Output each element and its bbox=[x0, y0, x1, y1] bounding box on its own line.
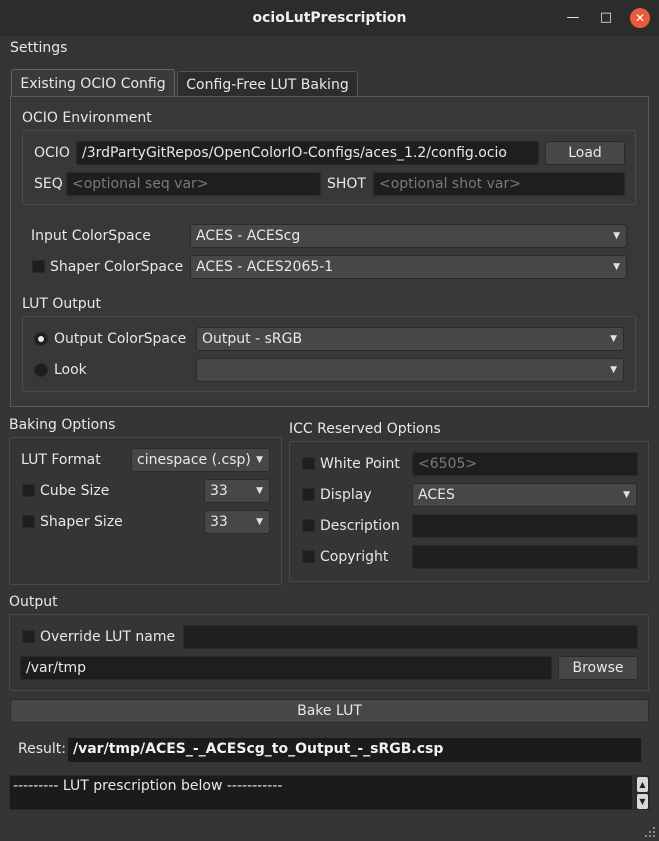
output-colorspace-value: Output - sRGB bbox=[202, 331, 303, 347]
shaper-colorspace-combo[interactable]: ACES - ACES2065-1 ▼ bbox=[190, 255, 627, 279]
lut-output-title: LUT Output bbox=[22, 296, 101, 312]
scroll-down-icon[interactable]: ▼ bbox=[637, 794, 648, 809]
input-colorspace-value: ACES - ACEScg bbox=[196, 228, 301, 244]
load-button[interactable]: Load bbox=[545, 141, 625, 165]
lut-format-combo[interactable]: cinespace (.csp) ▼ bbox=[131, 448, 270, 472]
cube-size-label[interactable]: Cube Size bbox=[40, 481, 109, 501]
look-radio[interactable] bbox=[34, 363, 48, 377]
chevron-down-icon: ▼ bbox=[610, 365, 617, 375]
output-colorspace-combo[interactable]: Output - sRGB ▼ bbox=[196, 327, 624, 351]
description-label[interactable]: Description bbox=[320, 516, 400, 536]
window-title: ocioLutPrescription bbox=[252, 10, 407, 26]
seq-label: SEQ bbox=[34, 176, 63, 192]
tab-config-free-lut-baking[interactable]: Config-Free LUT Baking bbox=[177, 71, 358, 97]
chevron-down-icon: ▼ bbox=[623, 490, 630, 500]
seq-field[interactable]: <optional seq var> bbox=[66, 172, 321, 196]
white-point-field[interactable]: <6505> bbox=[412, 452, 638, 476]
ocio-label: OCIO bbox=[34, 145, 70, 161]
shaper-size-combo[interactable]: 33 ▼ bbox=[204, 510, 270, 534]
chevron-down-icon: ▼ bbox=[256, 486, 263, 496]
output-title: Output bbox=[9, 594, 58, 610]
ocio-path-field[interactable]: /3rdPartyGitRepos/OpenColorIO-Configs/ac… bbox=[76, 141, 539, 165]
resize-grip-icon[interactable] bbox=[644, 826, 656, 838]
chevron-down-icon: ▼ bbox=[610, 334, 617, 344]
white-point-label[interactable]: White Point bbox=[320, 454, 400, 474]
display-value: ACES bbox=[418, 487, 455, 503]
display-checkbox[interactable] bbox=[302, 488, 315, 501]
look-label[interactable]: Look bbox=[54, 360, 87, 380]
shaper-colorspace-label[interactable]: Shaper ColorSpace bbox=[50, 257, 183, 277]
override-lut-name-label[interactable]: Override LUT name bbox=[40, 627, 175, 647]
browse-button[interactable]: Browse bbox=[558, 656, 638, 680]
cube-size-combo[interactable]: 33 ▼ bbox=[204, 479, 270, 503]
prescription-textarea[interactable]: --------- LUT prescription below -------… bbox=[9, 775, 633, 810]
cube-size-checkbox[interactable] bbox=[22, 484, 35, 497]
shot-label: SHOT bbox=[327, 176, 366, 192]
copyright-label[interactable]: Copyright bbox=[320, 547, 388, 567]
result-label: Result: bbox=[18, 741, 66, 757]
prescription-text: --------- LUT prescription below -------… bbox=[13, 778, 283, 794]
output-colorspace-radio[interactable] bbox=[34, 332, 48, 346]
white-point-checkbox[interactable] bbox=[302, 457, 315, 470]
shaper-colorspace-value: ACES - ACES2065-1 bbox=[196, 259, 334, 275]
lut-format-value: cinespace (.csp) bbox=[137, 452, 251, 468]
description-field[interactable] bbox=[412, 514, 638, 538]
menu-settings[interactable]: Settings bbox=[10, 38, 67, 58]
result-value: /var/tmp/ACES_-_ACEScg_to_Output_-_sRGB.… bbox=[68, 738, 641, 762]
tab-existing-ocio-config[interactable]: Existing OCIO Config bbox=[11, 69, 175, 97]
maximize-button[interactable]: □ bbox=[597, 9, 615, 27]
input-colorspace-label: Input ColorSpace bbox=[31, 228, 151, 244]
shaper-size-checkbox[interactable] bbox=[22, 515, 35, 528]
chevron-down-icon: ▼ bbox=[256, 455, 263, 465]
override-lut-name-checkbox[interactable] bbox=[22, 630, 35, 643]
shaper-size-value: 33 bbox=[210, 514, 228, 530]
output-colorspace-label[interactable]: Output ColorSpace bbox=[54, 329, 186, 349]
icc-options-title: ICC Reserved Options bbox=[289, 421, 441, 437]
scroll-up-icon[interactable]: ▲ bbox=[637, 777, 648, 792]
copyright-checkbox[interactable] bbox=[302, 550, 315, 563]
input-colorspace-combo[interactable]: ACES - ACEScg ▼ bbox=[190, 224, 627, 248]
copyright-field[interactable] bbox=[412, 545, 638, 569]
lut-format-label: LUT Format bbox=[21, 452, 101, 468]
chevron-down-icon: ▼ bbox=[613, 231, 620, 241]
close-button[interactable]: ✕ bbox=[630, 8, 650, 28]
chevron-down-icon: ▼ bbox=[256, 517, 263, 527]
shaper-colorspace-checkbox[interactable] bbox=[32, 260, 45, 273]
cube-size-value: 33 bbox=[210, 483, 228, 499]
override-lut-name-field[interactable] bbox=[183, 625, 638, 649]
baking-options-title: Baking Options bbox=[9, 417, 116, 433]
look-combo[interactable]: ▼ bbox=[196, 358, 624, 382]
minimize-button[interactable]: — bbox=[564, 9, 582, 27]
display-combo[interactable]: ACES ▼ bbox=[412, 483, 637, 507]
description-checkbox[interactable] bbox=[302, 519, 315, 532]
bake-lut-button[interactable]: Bake LUT bbox=[10, 699, 649, 723]
display-label[interactable]: Display bbox=[320, 485, 372, 505]
ocio-environment-title: OCIO Environment bbox=[22, 110, 152, 126]
output-path-field[interactable]: /var/tmp bbox=[20, 656, 552, 680]
chevron-down-icon: ▼ bbox=[613, 262, 620, 272]
shaper-size-label[interactable]: Shaper Size bbox=[40, 512, 123, 532]
shot-field[interactable]: <optional shot var> bbox=[373, 172, 625, 196]
